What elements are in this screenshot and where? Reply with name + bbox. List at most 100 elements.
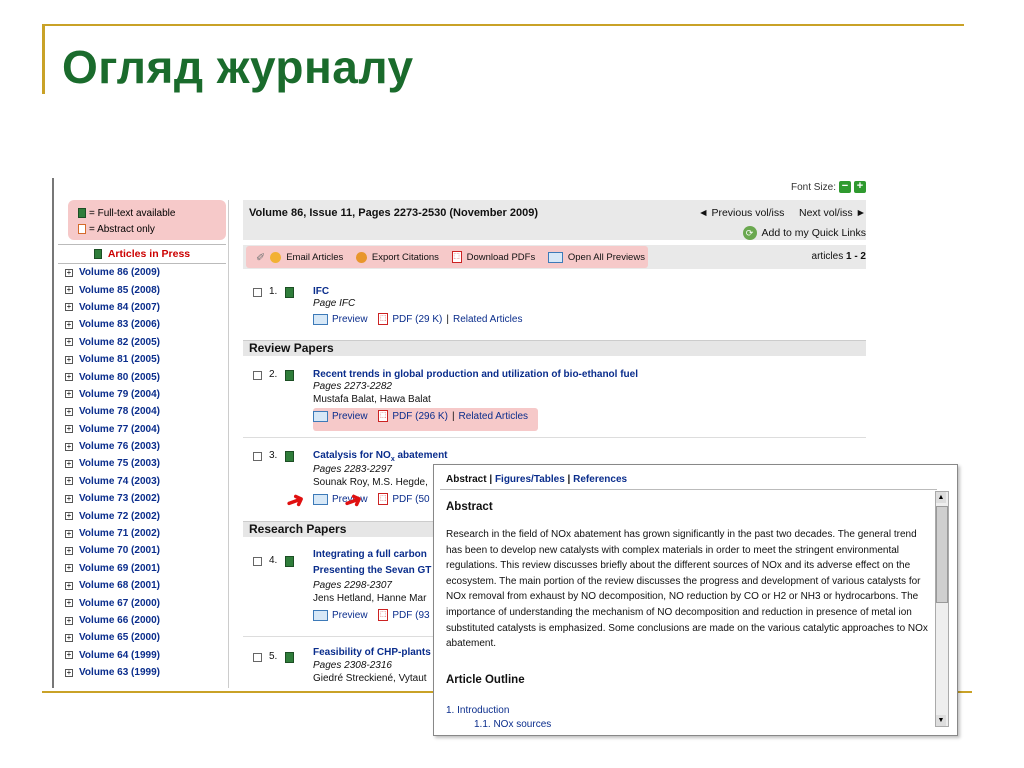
expand-icon[interactable]: + [65,268,73,277]
sidebar-volume-item[interactable]: + Volume 79 (2004) [58,386,226,403]
article-title[interactable]: Feasibility of CHP-plants [313,647,431,658]
sidebar-volume-item[interactable]: + Volume 86 (2009) [58,264,226,281]
popup-divider [440,489,937,490]
sidebar-volume-item[interactable]: + Volume 83 (2006) [58,316,226,333]
sidebar-volume-item[interactable]: + Volume 72 (2002) [58,507,226,524]
open-previews-button[interactable]: Open All Previews [568,252,645,263]
sidebar-volume-item[interactable]: + Volume 81 (2005) [58,351,226,368]
expand-icon[interactable]: + [65,616,73,625]
preview-link[interactable]: Preview [332,610,368,621]
sidebar-volume-label: Volume 65 (2000) [79,632,160,644]
outline-nox-sources-link[interactable]: 1.1. NOx sources [474,719,551,730]
expand-icon[interactable]: + [65,494,73,503]
full-text-icon [78,208,86,218]
expand-icon[interactable]: + [65,529,73,538]
sidebar-volume-item[interactable]: + Volume 67 (2000) [58,594,226,611]
sidebar-volume-item[interactable]: + Volume 84 (2007) [58,299,226,316]
expand-icon[interactable]: + [65,512,73,521]
expand-icon[interactable]: + [65,320,73,329]
expand-icon[interactable]: + [65,651,73,660]
related-articles-link[interactable]: Related Articles [459,411,528,422]
pdf-link[interactable]: PDF (50 [392,494,429,505]
sidebar-volume-item[interactable]: + Volume 82 (2005) [58,334,226,351]
abstract-text: Research in the field of NOx abatement h… [446,529,928,650]
sidebar-volume-item[interactable]: + Volume 74 (2003) [58,473,226,490]
expand-icon[interactable]: + [65,564,73,573]
expand-icon[interactable]: + [65,303,73,312]
sidebar-volume-item[interactable]: + Volume 64 (1999) [58,647,226,664]
article-checkbox[interactable] [253,557,262,566]
expand-icon[interactable]: + [65,442,73,451]
sidebar-volume-item[interactable]: + Volume 75 (2003) [58,455,226,472]
sidebar-volume-item[interactable]: + Volume 76 (2003) [58,438,226,455]
sidebar-volume-item[interactable]: + Volume 69 (2001) [58,560,226,577]
sidebar-volume-label: Volume 74 (2003) [79,475,160,487]
expand-icon[interactable]: + [65,459,73,468]
article-authors: Sounak Roy, M.S. Hegde, [313,477,428,488]
sidebar-volume-item[interactable]: + Volume 73 (2002) [58,490,226,507]
expand-icon[interactable]: + [65,355,73,364]
expand-icon[interactable]: + [65,425,73,434]
expand-icon[interactable]: + [65,373,73,382]
article-checkbox[interactable] [253,653,262,662]
abstract-icon [78,224,86,234]
font-increase-button[interactable]: + [854,181,866,193]
full-text-icon [285,370,294,381]
sidebar-volume-item[interactable]: + Volume 65 (2000) [58,629,226,646]
preview-link[interactable]: Preview [332,314,368,325]
sidebar-volume-label: Volume 79 (2004) [79,388,160,400]
article-title[interactable]: Catalysis for NOx abatement [313,450,448,463]
tab-figures-tables[interactable]: Figures/Tables [495,474,565,485]
sidebar-volume-item[interactable]: + Volume 63 (1999) [58,664,226,681]
related-articles-link[interactable]: Related Articles [453,314,522,325]
scroll-thumb[interactable] [936,506,948,603]
export-citations-button[interactable]: Export Citations [372,252,439,263]
expand-icon[interactable]: + [65,286,73,295]
expand-icon[interactable]: + [65,390,73,399]
sidebar-volume-item[interactable]: + Volume 77 (2004) [58,421,226,438]
articles-in-press-link[interactable]: Articles in Press [58,244,226,264]
expand-icon[interactable]: + [65,633,73,642]
expand-icon[interactable]: + [65,338,73,347]
expand-icon[interactable]: + [65,477,73,486]
tab-abstract[interactable]: Abstract [446,474,487,485]
expand-icon[interactable]: + [65,581,73,590]
expand-icon[interactable]: + [65,546,73,555]
pdf-link[interactable]: PDF (93 [392,610,429,621]
tab-references[interactable]: References [573,474,627,485]
font-decrease-button[interactable]: − [839,181,851,193]
article-title[interactable]: IFC [313,286,329,297]
email-articles-button[interactable]: Email Articles [286,252,343,263]
article-checkbox[interactable] [253,371,262,380]
outline-introduction-link[interactable]: 1. Introduction [446,705,509,716]
article-title-2[interactable]: Presenting the Sevan GT [313,565,431,576]
sidebar-volume-item[interactable]: + Volume 71 (2002) [58,525,226,542]
article-checkbox[interactable] [253,288,262,297]
sidebar-volume-item[interactable]: + Volume 80 (2005) [58,368,226,385]
pdf-link[interactable]: PDF (29 K) [392,314,442,325]
sidebar-volume-item[interactable]: + Volume 66 (2000) [58,612,226,629]
sidebar-volume-label: Volume 84 (2007) [79,301,160,313]
previous-issue-link[interactable]: ◄ Previous vol/iss [698,207,784,219]
legend-full-text: = Full-text available [89,207,176,219]
sidebar-volume-label: Volume 76 (2003) [79,441,160,453]
article-title[interactable]: Recent trends in global production and u… [313,369,638,380]
expand-icon[interactable]: + [65,599,73,608]
popup-scrollbar[interactable]: ▲ ▼ [935,491,949,727]
expand-icon[interactable]: + [65,668,73,677]
preview-link[interactable]: Preview [332,411,368,422]
expand-icon[interactable]: + [65,407,73,416]
quick-links-button[interactable]: ⟳ Add to my Quick Links [742,226,866,240]
slide-left-bar [42,26,45,94]
download-pdfs-button[interactable]: Download PDFs [467,252,536,263]
sidebar-volume-item[interactable]: + Volume 85 (2008) [58,281,226,298]
pdf-link[interactable]: PDF (296 K) [392,411,448,422]
scroll-up-arrow-icon[interactable]: ▲ [936,492,946,503]
scroll-down-arrow-icon[interactable]: ▼ [936,715,946,726]
article-checkbox[interactable] [253,452,262,461]
sidebar-volume-item[interactable]: + Volume 70 (2001) [58,542,226,559]
sidebar-volume-item[interactable]: + Volume 78 (2004) [58,403,226,420]
sidebar-volume-item[interactable]: + Volume 68 (2001) [58,577,226,594]
article-title[interactable]: Integrating a full carbon [313,549,427,560]
next-issue-link[interactable]: Next vol/iss ► [799,207,866,219]
